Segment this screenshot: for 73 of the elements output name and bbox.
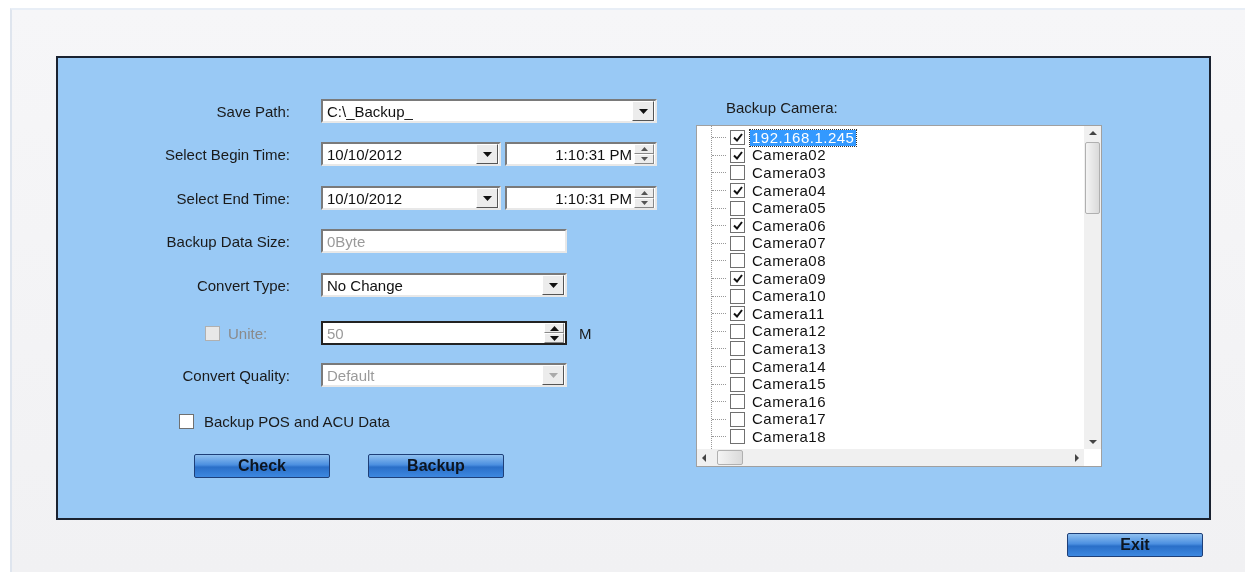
tree-item[interactable]: Camera14 (750, 358, 829, 375)
tree-item[interactable]: Camera02 (750, 147, 829, 164)
tree-item[interactable]: Camera08 (750, 252, 829, 269)
checkbox[interactable] (730, 235, 745, 251)
tree-item[interactable]: Camera05 (750, 200, 829, 217)
unit-label: M (579, 324, 592, 342)
checkbox[interactable] (730, 288, 745, 304)
dropdown-field[interactable]: C:\_Backup_ (321, 99, 657, 123)
checkbox[interactable] (730, 376, 745, 392)
exit-button[interactable]: Exit (1067, 533, 1203, 557)
spinner-icon[interactable] (634, 144, 654, 164)
spinner-icon[interactable] (544, 323, 564, 343)
tree-item[interactable]: Camera06 (750, 217, 829, 234)
checkbox-label: Unite: (228, 324, 269, 342)
time-field[interactable]: 1:10:31 PM (505, 186, 657, 210)
tree-item[interactable]: Camera17 (750, 411, 829, 428)
scroll-thumb[interactable] (717, 450, 743, 465)
dropdown-arrow-icon (548, 372, 558, 378)
checkmark-icon (732, 274, 743, 284)
tree-item[interactable]: Camera10 (750, 288, 829, 305)
checkbox[interactable] (730, 130, 745, 146)
time-field[interactable]: 1:10:31 PM (505, 142, 657, 166)
field-label: Convert Quality: (181, 366, 290, 384)
scroll-thumb[interactable] (1085, 142, 1100, 214)
list-label: Backup Camera: (726, 99, 839, 116)
checkbox[interactable] (730, 429, 745, 445)
checkmark-icon (732, 309, 743, 319)
checkbox[interactable] (730, 271, 745, 287)
vertical-scrollbar[interactable] (1084, 126, 1101, 449)
dropdown-field[interactable]: No Change (321, 273, 567, 297)
dropdown-arrow-icon (482, 195, 492, 201)
checkbox[interactable] (730, 147, 745, 163)
checkbox[interactable] (730, 165, 745, 181)
action-button[interactable]: Backup (368, 454, 504, 478)
checkbox[interactable] (730, 200, 745, 216)
action-button[interactable]: Check (194, 454, 330, 478)
checkbox[interactable] (730, 359, 745, 374)
field-label: Backup Data Size: (165, 232, 290, 250)
tree-item[interactable]: Camera12 (750, 323, 829, 340)
tree-item[interactable]: Camera18 (750, 428, 829, 445)
checkbox[interactable] (730, 323, 745, 339)
dropdown-field[interactable]: 10/10/2012 (321, 142, 501, 166)
checkmark-icon (732, 186, 743, 196)
checkmark-icon (732, 150, 743, 160)
dropdown-arrow-icon (482, 151, 492, 157)
checkbox[interactable] (730, 306, 745, 322)
checkbox[interactable] (730, 183, 745, 199)
dropdown-arrow-icon (638, 108, 648, 114)
field-label: Save Path: (215, 102, 290, 120)
tree-item[interactable]: Camera16 (750, 393, 829, 410)
tree-item[interactable]: Camera13 (750, 340, 829, 357)
checkmark-icon (732, 221, 743, 231)
checkbox[interactable] (730, 394, 745, 410)
field-label: Select End Time: (175, 189, 290, 207)
dropdown-arrow-icon (548, 282, 558, 288)
checkbox-label: Backup POS and ACU Data (204, 412, 390, 430)
field-label: Convert Type: (195, 276, 290, 294)
tree-item[interactable]: Camera04 (750, 182, 829, 199)
checkbox[interactable] (730, 341, 745, 357)
spinner-icon[interactable] (634, 188, 654, 208)
horizontal-scrollbar[interactable] (697, 449, 1084, 466)
checkbox[interactable] (179, 413, 194, 429)
dropdown-field[interactable]: 10/10/2012 (321, 186, 501, 210)
checkbox[interactable] (730, 218, 745, 234)
tree-item[interactable]: Camera09 (750, 270, 829, 287)
tree-item[interactable]: Camera11 (750, 305, 827, 322)
tree-item[interactable]: Camera03 (750, 165, 829, 181)
checkbox[interactable] (730, 411, 745, 427)
field-label: Select Begin Time: (163, 145, 290, 163)
checkmark-icon (732, 133, 743, 143)
checkbox[interactable] (730, 253, 745, 269)
tree-item[interactable]: Camera15 (750, 376, 829, 393)
tree-item[interactable]: Camera07 (750, 235, 829, 252)
